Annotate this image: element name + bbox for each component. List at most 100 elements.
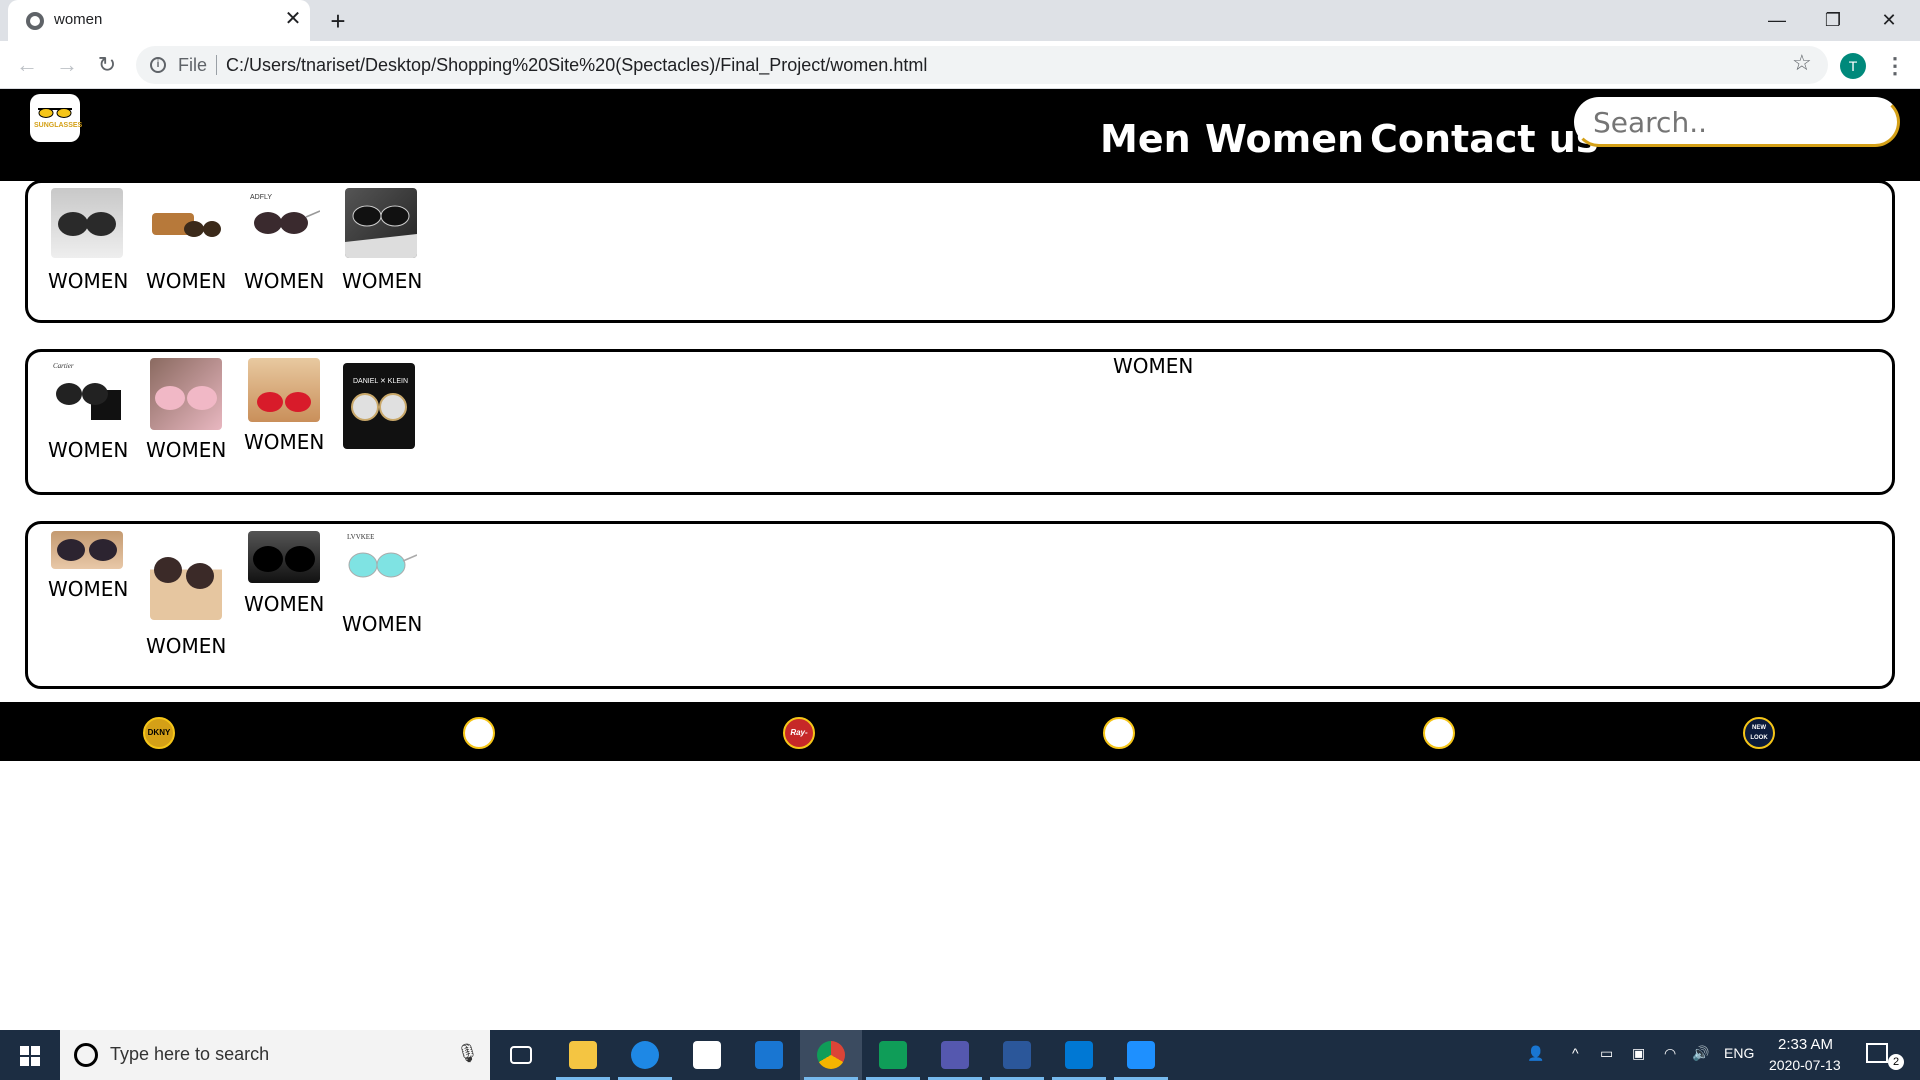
- brand-logo[interactable]: NEW LOOK: [1743, 717, 1775, 749]
- taskbar-vscode[interactable]: [1048, 1030, 1110, 1080]
- wifi-icon[interactable]: ◠: [1664, 1045, 1676, 1062]
- taskbar-photos[interactable]: [1110, 1030, 1172, 1080]
- windows-taskbar: Type here to search 🎙 👤 ^ ▭ ▣ ◠ 🔊 ENG 2:…: [0, 1030, 1920, 1080]
- taskbar-edge[interactable]: [614, 1030, 676, 1080]
- vscode-icon: [1065, 1041, 1093, 1069]
- taskbar-search-box[interactable]: Type here to search 🎙: [60, 1030, 490, 1080]
- nav-women[interactable]: Women: [1205, 117, 1364, 161]
- browser-tab-strip: women ✕ + — ❐ ✕: [0, 0, 1920, 41]
- product-label[interactable]: WOMEN: [48, 577, 128, 601]
- globe-icon: [26, 12, 44, 30]
- taskbar-store[interactable]: [676, 1030, 738, 1080]
- taskbar-teams[interactable]: [924, 1030, 986, 1080]
- product-image[interactable]: LVVKEE: [345, 531, 417, 591]
- product-row-2: Cartier WOMEN WOMEN WOMEN DANIEL ✕ KLEIN…: [25, 349, 1895, 495]
- product-image[interactable]: [248, 358, 320, 422]
- nav-contact[interactable]: Contact us: [1370, 117, 1598, 161]
- language-indicator[interactable]: ENG: [1724, 1045, 1754, 1061]
- clock-date[interactable]: 2020-07-13: [1769, 1057, 1841, 1073]
- photos-icon: [1127, 1041, 1155, 1069]
- product-image[interactable]: [150, 358, 222, 430]
- site-search-input[interactable]: [1574, 97, 1900, 147]
- notification-count: 2: [1888, 1054, 1904, 1070]
- brand-bar: DKNY Ray-Ban NEW LOOK: [0, 702, 1920, 761]
- browser-toolbar: ← → ↻ i File C:/Users/tnariset/Desktop/S…: [0, 41, 1920, 89]
- forward-arrow-icon[interactable]: →: [52, 50, 82, 80]
- tab-title: women: [54, 11, 103, 28]
- people-icon[interactable]: 👤: [1527, 1045, 1544, 1062]
- edge-icon: [631, 1041, 659, 1069]
- chrome-icon: [817, 1041, 845, 1069]
- minimize-button[interactable]: —: [1754, 6, 1800, 34]
- taskbar-search-placeholder: Type here to search: [110, 1044, 270, 1064]
- brand-logo[interactable]: Ray-Ban: [783, 717, 815, 749]
- product-image[interactable]: [345, 188, 417, 258]
- taskbar-mail[interactable]: [738, 1030, 800, 1080]
- product-label[interactable]: WOMEN: [244, 269, 324, 293]
- product-row-1: WOMEN WOMEN ADFLY WOMEN WOMEN: [25, 180, 1895, 323]
- info-icon[interactable]: i: [150, 57, 166, 73]
- url-text[interactable]: C:/Users/tnariset/Desktop/Shopping%20Sit…: [226, 55, 927, 76]
- start-button[interactable]: [0, 1030, 60, 1080]
- address-bar[interactable]: i File C:/Users/tnariset/Desktop/Shoppin…: [136, 46, 1828, 84]
- task-view-button[interactable]: [490, 1030, 552, 1080]
- taskbar-word[interactable]: [986, 1030, 1048, 1080]
- product-label[interactable]: WOMEN: [146, 438, 226, 462]
- svg-text:Cartier: Cartier: [53, 362, 74, 370]
- new-tab-button[interactable]: +: [324, 7, 352, 35]
- product-label[interactable]: WOMEN: [146, 634, 226, 658]
- product-label[interactable]: WOMEN: [342, 269, 422, 293]
- product-label[interactable]: WOMEN: [244, 430, 324, 454]
- product-image[interactable]: [248, 531, 320, 583]
- svg-text:DANIEL ✕ KLEIN: DANIEL ✕ KLEIN: [353, 378, 408, 385]
- microphone-icon[interactable]: 🎙: [456, 1043, 479, 1064]
- brand-logo[interactable]: [1103, 717, 1135, 749]
- product-image[interactable]: ADFLY: [248, 191, 320, 247]
- store-icon: [693, 1041, 721, 1069]
- restore-button[interactable]: ❐: [1810, 6, 1856, 34]
- brand-logo[interactable]: [463, 717, 495, 749]
- logo-text: SUNGLASSES: [34, 122, 83, 129]
- svg-text:ADFLY: ADFLY: [250, 194, 272, 201]
- site-logo[interactable]: SUNGLASSES: [30, 94, 83, 142]
- profile-avatar[interactable]: T: [1840, 53, 1866, 79]
- product-image[interactable]: [150, 536, 222, 620]
- bookmark-star-icon[interactable]: ☆: [1792, 50, 1812, 76]
- kebab-menu-icon[interactable]: ⋮: [1884, 52, 1906, 80]
- product-label[interactable]: WOMEN: [342, 612, 422, 636]
- brand-logo[interactable]: [1423, 717, 1455, 749]
- taskbar-file-explorer[interactable]: [552, 1030, 614, 1080]
- product-label[interactable]: WOMEN: [244, 592, 324, 616]
- word-icon: [1003, 1041, 1031, 1069]
- product-image[interactable]: Cartier: [51, 360, 123, 424]
- close-window-button[interactable]: ✕: [1866, 6, 1912, 34]
- product-label[interactable]: WOMEN: [48, 438, 128, 462]
- sheets-icon: [879, 1041, 907, 1069]
- product-label[interactable]: WOMEN: [146, 269, 226, 293]
- product-image[interactable]: [51, 531, 123, 569]
- product-label[interactable]: WOMEN: [48, 269, 128, 293]
- taskbar-chrome[interactable]: [800, 1030, 862, 1080]
- volume-icon[interactable]: 🔊: [1692, 1045, 1709, 1062]
- back-arrow-icon[interactable]: ←: [12, 50, 42, 80]
- nav-men[interactable]: Men: [1100, 117, 1191, 161]
- browser-tab[interactable]: women ✕: [8, 0, 310, 41]
- chevron-up-icon[interactable]: ^: [1572, 1045, 1579, 1061]
- taskbar-sheets[interactable]: [862, 1030, 924, 1080]
- battery-icon[interactable]: ▭: [1600, 1045, 1613, 1062]
- svg-text:LVVKEE: LVVKEE: [347, 533, 374, 541]
- security-icon[interactable]: ▣: [1632, 1045, 1645, 1062]
- cortana-icon: [74, 1043, 98, 1067]
- product-label[interactable]: WOMEN: [1113, 354, 1193, 378]
- file-scheme-label: File: [178, 55, 208, 75]
- product-image[interactable]: [51, 188, 123, 258]
- product-image[interactable]: [150, 203, 222, 243]
- sunglasses-icon: [38, 108, 72, 118]
- brand-logo[interactable]: DKNY: [143, 717, 175, 749]
- product-image[interactable]: DANIEL ✕ KLEIN: [343, 363, 415, 449]
- reload-icon[interactable]: ↻: [92, 50, 122, 80]
- task-view-icon: [510, 1046, 532, 1064]
- close-tab-icon[interactable]: ✕: [282, 8, 304, 30]
- notification-icon[interactable]: [1866, 1043, 1888, 1063]
- clock-time[interactable]: 2:33 AM: [1778, 1036, 1833, 1053]
